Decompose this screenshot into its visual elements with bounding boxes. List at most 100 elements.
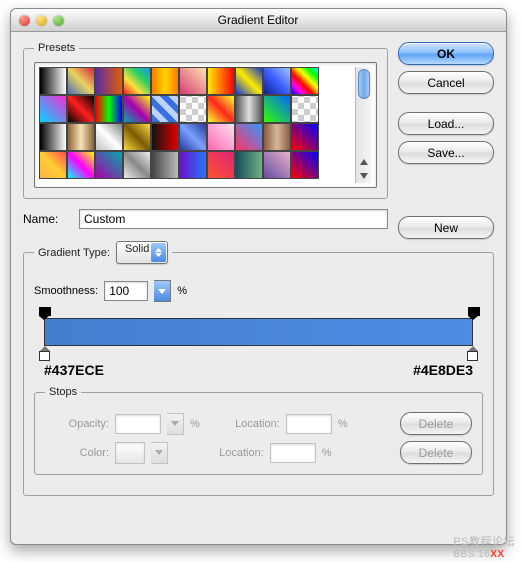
preset-swatch[interactable]	[39, 123, 67, 151]
color-stepper	[151, 442, 168, 464]
opacity-stop-track[interactable]	[44, 308, 473, 318]
preset-swatch[interactable]	[179, 123, 207, 151]
preset-swatch[interactable]	[67, 123, 95, 151]
titlebar: Gradient Editor	[11, 9, 506, 32]
preset-swatch[interactable]	[291, 67, 319, 95]
presets-scrollbar[interactable]	[355, 67, 372, 183]
smoothness-input[interactable]	[104, 281, 148, 301]
opacity-label: Opacity:	[45, 418, 109, 430]
preset-swatch[interactable]	[123, 95, 151, 123]
gradient-editor-area: #437ECE #4E8DE3	[34, 308, 483, 378]
opacity-input	[115, 414, 161, 434]
color-location-label: Location:	[208, 447, 264, 459]
preset-swatch[interactable]	[67, 151, 95, 179]
preset-swatch[interactable]	[179, 151, 207, 179]
preset-swatch[interactable]	[179, 95, 207, 123]
preset-swatch[interactable]	[207, 123, 235, 151]
opacity-location-pct: %	[338, 418, 348, 430]
preset-swatch[interactable]	[235, 95, 263, 123]
preset-swatch[interactable]	[179, 67, 207, 95]
presets-fieldset: Presets	[23, 42, 388, 199]
right-hex: #4E8DE3	[413, 362, 473, 378]
gradient-type-legend: Gradient Type: Solid	[34, 241, 172, 264]
watermark-xx: XX	[490, 549, 504, 560]
color-location-pct: %	[322, 447, 332, 459]
hex-readout: #437ECE #4E8DE3	[34, 362, 483, 378]
smoothness-stepper[interactable]	[154, 280, 171, 302]
preset-swatch[interactable]	[291, 95, 319, 123]
new-button[interactable]: New	[398, 216, 494, 239]
preset-swatch[interactable]	[95, 95, 123, 123]
preset-swatch[interactable]	[123, 67, 151, 95]
preset-swatch[interactable]	[263, 67, 291, 95]
stops-fieldset: Stops Opacity: % Location: % Delete Colo…	[34, 386, 483, 475]
opacity-stepper	[167, 413, 184, 435]
preset-swatch[interactable]	[151, 67, 179, 95]
color-location-input	[270, 443, 316, 463]
preset-swatch-grid	[39, 67, 355, 183]
preset-swatch[interactable]	[39, 95, 67, 123]
color-stop-right[interactable]	[467, 346, 478, 361]
color-label: Color:	[45, 447, 109, 459]
color-swatch-input	[115, 442, 145, 464]
ok-button[interactable]: OK	[398, 42, 494, 65]
preset-swatch[interactable]	[263, 123, 291, 151]
gradient-type-value: Solid	[125, 243, 149, 255]
save-button[interactable]: Save...	[398, 141, 494, 164]
cancel-button[interactable]: Cancel	[398, 71, 494, 94]
preset-swatch[interactable]	[67, 95, 95, 123]
left-hex: #437ECE	[44, 362, 104, 378]
scrollbar-thumb[interactable]	[358, 69, 370, 99]
name-label: Name:	[23, 212, 58, 226]
preset-swatch[interactable]	[263, 95, 291, 123]
preset-swatch[interactable]	[291, 151, 319, 179]
scroll-up-icon[interactable]	[356, 155, 372, 169]
stops-legend: Stops	[45, 386, 81, 398]
watermark: PS教程论坛 BBS.16XX	[453, 533, 515, 560]
presets-legend: Presets	[34, 42, 79, 54]
window-title: Gradient Editor	[10, 13, 506, 27]
preset-swatch[interactable]	[67, 67, 95, 95]
smoothness-unit: %	[177, 285, 187, 297]
select-arrows-icon	[151, 243, 166, 262]
preset-swatch[interactable]	[291, 123, 319, 151]
preset-swatch[interactable]	[151, 95, 179, 123]
scrollbar-track[interactable]	[356, 67, 372, 155]
load-button[interactable]: Load...	[398, 112, 494, 135]
delete-opacity-button: Delete	[400, 412, 472, 435]
preset-swatch[interactable]	[207, 151, 235, 179]
opacity-stop-right[interactable]	[468, 307, 478, 317]
gradient-type-select[interactable]: Solid	[116, 241, 168, 264]
preset-swatch[interactable]	[263, 151, 291, 179]
name-input[interactable]	[79, 209, 388, 229]
presets-box	[34, 62, 377, 188]
preset-swatch[interactable]	[151, 123, 179, 151]
opacity-location-label: Location:	[224, 418, 280, 430]
preset-swatch[interactable]	[95, 67, 123, 95]
watermark-line1: PS教程论坛	[453, 536, 515, 548]
opacity-stop-left[interactable]	[39, 307, 49, 317]
opacity-pct: %	[190, 418, 200, 430]
preset-swatch[interactable]	[235, 151, 263, 179]
preset-swatch[interactable]	[235, 123, 263, 151]
scroll-down-icon[interactable]	[356, 169, 372, 183]
delete-color-button: Delete	[400, 441, 472, 464]
preset-swatch[interactable]	[39, 151, 67, 179]
preset-swatch[interactable]	[207, 95, 235, 123]
action-buttons: OK Cancel Load... Save... New	[398, 42, 494, 239]
gradient-type-fieldset: Gradient Type: Solid Smoothness: %	[23, 241, 494, 496]
preset-swatch[interactable]	[95, 151, 123, 179]
color-stop-track[interactable]	[44, 346, 473, 360]
gradient-bar[interactable]	[44, 318, 473, 346]
preset-swatch[interactable]	[151, 151, 179, 179]
preset-swatch[interactable]	[95, 123, 123, 151]
preset-swatch[interactable]	[207, 67, 235, 95]
color-stop-left[interactable]	[39, 346, 50, 361]
preset-swatch[interactable]	[235, 67, 263, 95]
preset-swatch[interactable]	[123, 123, 151, 151]
preset-swatch[interactable]	[123, 151, 151, 179]
opacity-location-input	[286, 414, 332, 434]
preset-swatch[interactable]	[39, 67, 67, 95]
gradient-type-label: Gradient Type:	[38, 247, 110, 259]
gradient-editor-window: Gradient Editor Presets	[10, 8, 507, 545]
